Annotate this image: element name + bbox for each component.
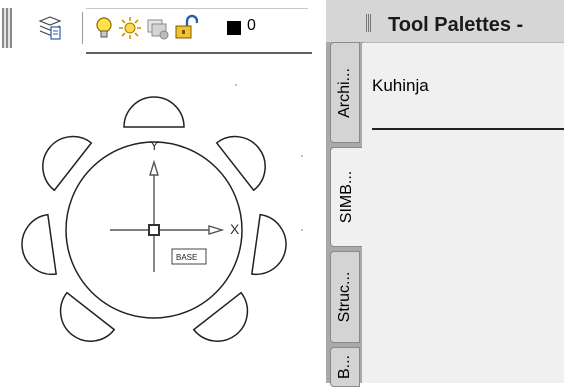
chair-left[interactable] <box>18 213 58 279</box>
palette-group-label[interactable]: Kuhinja <box>372 76 429 96</box>
tool-palettes-window: Tool Palettes - Archi... SIMB... Struc..… <box>326 0 564 387</box>
tab-archi-label: Archi... <box>336 67 353 118</box>
table-block-drawing[interactable]: Y X BASE <box>0 56 312 383</box>
tab-simb[interactable]: SIMB... <box>330 147 362 247</box>
base-block-label: BASE <box>176 253 197 262</box>
tab-b[interactable]: B... <box>330 347 360 387</box>
toolbar-grip[interactable] <box>2 8 12 48</box>
toolbar-frame <box>86 8 308 49</box>
palette-group-divider <box>372 128 564 130</box>
palette-tab-strip: Archi... SIMB... Struc... B... <box>326 42 363 387</box>
layer-toolbar: 0 <box>0 0 312 56</box>
palette-titlebar[interactable]: Tool Palettes - <box>326 0 564 43</box>
ucs-x-label: X <box>230 221 240 237</box>
chair-right[interactable] <box>250 213 290 279</box>
chair-top[interactable] <box>123 96 185 128</box>
palette-content: Kuhinja <box>362 43 564 383</box>
ucs-y-label: Y <box>150 138 159 153</box>
tab-struc[interactable]: Struc... <box>330 251 360 343</box>
toolbar-separator <box>82 12 83 44</box>
tab-archi[interactable]: Archi... <box>330 42 360 143</box>
tab-b-label: B... <box>336 354 353 380</box>
palette-title: Tool Palettes - <box>388 14 524 36</box>
titlebar-grip[interactable] <box>366 14 372 32</box>
drawing-area[interactable]: 0 Y X BASE <box>0 0 312 383</box>
layer-properties-icon[interactable] <box>38 14 62 42</box>
tab-simb-label: SIMB... <box>337 170 355 224</box>
tab-struc-label: Struc... <box>336 271 353 323</box>
toolbar-divider <box>86 52 312 54</box>
